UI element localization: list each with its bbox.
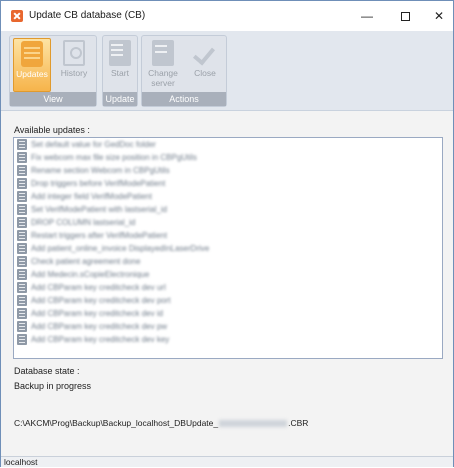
list-item[interactable]: Add CBParam key creditcheck dev port [14,294,442,307]
list-item-label: Check patient agreement done [31,257,141,266]
database-icon [17,152,27,163]
list-item[interactable]: Add CBParam key creditcheck dev pw [14,320,442,333]
ribbon-group-actions: Change server Close Actions [141,35,227,107]
start-button-label: Start [111,68,129,78]
list-item[interactable]: Add CBParam key creditcheck dev key [14,333,442,346]
list-item[interactable]: Add patient_online_invoice DisplayedInLa… [14,242,442,255]
list-item[interactable]: Add Medecin.sCopieElectronique [14,268,442,281]
start-icon [109,40,131,66]
list-item[interactable]: Add CBParam key creditcheck dev id [14,307,442,320]
start-button[interactable]: Start [103,38,137,92]
database-icon [17,243,27,254]
database-icon [17,191,27,202]
list-item-label: Add CBParam key creditcheck dev port [31,296,171,305]
server-icon [152,40,174,66]
available-updates-list[interactable]: Set default value for GedDoc folder Fix w… [13,137,443,359]
update-database-window: Update CB database (CB) — ✕ Updates Hist… [0,0,454,467]
maximize-icon [400,12,410,22]
database-icon [17,165,27,176]
title-bar[interactable]: Update CB database (CB) — ✕ [1,1,453,31]
list-item[interactable]: Check patient agreement done [14,255,442,268]
check-icon [194,40,216,66]
history-button-label: History [60,68,88,78]
list-item-label: Set default value for GedDoc folder [31,140,156,149]
database-icon [17,217,27,228]
list-item-label: Set VerifModePatient with lastserial_id [31,205,168,214]
database-icon [17,295,27,306]
list-item[interactable]: Set default value for GedDoc folder [14,138,442,151]
list-item-label: Add CBParam key creditcheck dev key [31,335,170,344]
list-item[interactable]: Rename section Webcom in CBPgUtils [14,164,442,177]
redacted-timestamp [219,420,288,428]
list-item-label: Restart triggers after VerifModePatient [31,231,168,240]
database-icon [17,178,27,189]
history-icon [63,40,85,66]
database-icon [17,308,27,319]
list-item-label: Add integer field VerifModePatient [31,192,152,201]
backup-path-suffix: .CBR [288,418,309,428]
list-item-label: Rename section Webcom in CBPgUtils [31,166,170,175]
list-item-label: Add CBParam key creditcheck dev id [31,309,164,318]
list-item[interactable]: Restart triggers after VerifModePatient [14,229,442,242]
list-item[interactable]: Add integer field VerifModePatient [14,190,442,203]
ribbon-group-update: Start Update [102,35,138,107]
close-button-label: Close [194,68,216,78]
database-icon [21,41,43,67]
updates-button-label: Updates [16,69,48,79]
ribbon-group-label-update: Update [103,92,137,106]
list-item[interactable]: Fix webcom max file size position in CBP… [14,151,442,164]
status-bar: localhost [1,456,453,467]
list-item-label: Add CBParam key creditcheck dev url [31,283,166,292]
database-icon [17,321,27,332]
list-item-label: Add CBParam key creditcheck dev pw [31,322,168,331]
close-window-button[interactable]: ✕ [419,1,454,31]
database-icon [17,139,27,150]
list-item[interactable]: DROP COLUMN lastserial_id [14,216,442,229]
database-icon [17,204,27,215]
ribbon-group-view: Updates History View [9,35,97,107]
database-icon [17,334,27,345]
database-state-label: Database state : [14,366,80,376]
list-item-label: Add Medecin.sCopieElectronique [31,270,150,279]
ribbon-toolbar: Updates History View Start Update Change… [1,31,453,111]
available-updates-label: Available updates : [14,125,90,135]
updates-button[interactable]: Updates [13,38,51,92]
change-server-label-line1: Change [148,68,178,78]
status-server: localhost [4,457,38,467]
database-icon [17,282,27,293]
window-title: Update CB database (CB) [29,10,146,21]
list-item-label: Add patient_online_invoice DisplayedInLa… [31,244,210,253]
database-state-value: Backup in progress [14,381,92,391]
list-item-label: Fix webcom max file size position in CBP… [31,153,197,162]
ribbon-group-label-actions: Actions [142,92,226,106]
list-item-label: Drop triggers before VerifModePatient [31,179,166,188]
database-icon [17,230,27,241]
history-button[interactable]: History [55,38,93,92]
list-item[interactable]: Add CBParam key creditcheck dev url [14,281,442,294]
list-item-label: DROP COLUMN lastserial_id [31,218,136,227]
change-server-label-line2: server [151,78,175,88]
database-icon [17,256,27,267]
minimize-button[interactable]: — [347,1,387,31]
list-item[interactable]: Drop triggers before VerifModePatient [14,177,442,190]
list-item[interactable]: Set VerifModePatient with lastserial_id [14,203,442,216]
change-server-button[interactable]: Change server [144,38,182,92]
backup-path: C:\AKCM\Prog\Backup\Backup_localhost_DBU… [14,418,308,428]
backup-path-prefix: C:\AKCM\Prog\Backup\Backup_localhost_DBU… [14,418,219,428]
ribbon-group-label-view: View [10,92,96,106]
close-button[interactable]: Close [186,38,224,92]
database-icon [17,269,27,280]
app-logo-icon [11,10,23,22]
